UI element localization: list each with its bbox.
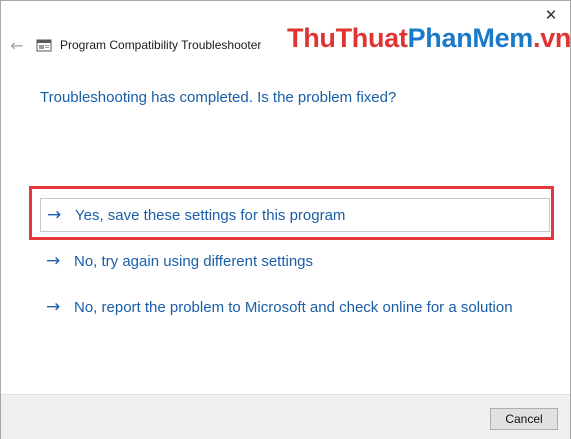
option-try-again[interactable]: → No, try again using different settings [40, 244, 550, 278]
watermark-logo: ThuThuatPhanMem.vn [287, 23, 571, 54]
arrow-right-icon: → [47, 205, 62, 225]
option-report-problem[interactable]: → No, report the problem to Microsoft an… [40, 290, 550, 324]
option-yes-save-settings[interactable]: → Yes, save these settings for this prog… [40, 198, 550, 232]
watermark-part-3: .vn [533, 23, 571, 53]
cancel-button[interactable]: Cancel [490, 408, 558, 430]
close-icon: ✕ [544, 6, 558, 24]
watermark-part-2: PhanMem [407, 23, 534, 53]
arrow-right-icon: → [46, 297, 61, 317]
result-question: Troubleshooting has completed. Is the pr… [40, 89, 397, 106]
troubleshooter-window: ✕ ← Program Compatibility Troubleshooter… [0, 0, 571, 439]
arrow-right-icon: → [46, 251, 61, 271]
option-label: No, report the problem to Microsoft and … [74, 298, 513, 316]
watermark-part-1: ThuThuat [287, 23, 408, 53]
troubleshooter-app-icon [36, 39, 52, 52]
window-title: Program Compatibility Troubleshooter [60, 38, 262, 52]
option-label: No, try again using different settings [74, 252, 314, 270]
footer-bar: Cancel [1, 394, 570, 439]
back-arrow-icon: ← [10, 35, 24, 55]
back-button[interactable]: ← [7, 35, 27, 55]
option-label: Yes, save these settings for this progra… [75, 206, 346, 224]
